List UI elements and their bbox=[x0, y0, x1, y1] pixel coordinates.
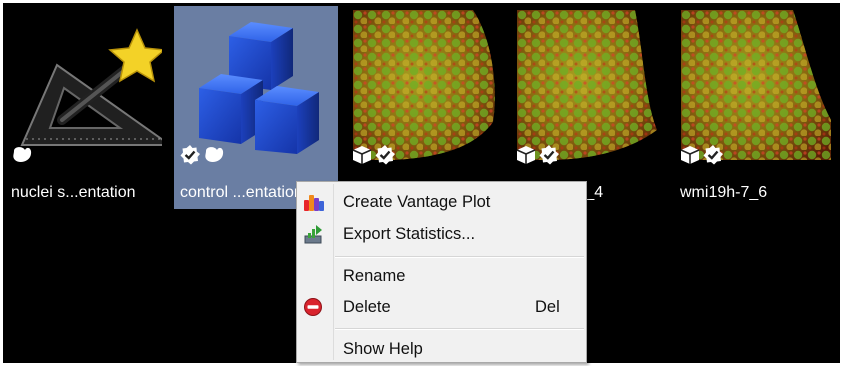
menu-item-create-vantage-plot[interactable]: Create Vantage Plot bbox=[297, 187, 586, 217]
delete-shortcut: Del bbox=[535, 298, 560, 316]
tile-caption: nuclei s...entation bbox=[11, 184, 136, 201]
check-seal-icon bbox=[539, 145, 559, 165]
triangle-wand-icon bbox=[12, 10, 162, 160]
delete-icon bbox=[303, 297, 323, 317]
bar-chart-icon bbox=[303, 192, 324, 212]
menu-item-label: Rename bbox=[343, 267, 406, 285]
kidney-bean-icon bbox=[203, 145, 224, 165]
tile-badges bbox=[180, 144, 224, 166]
stacked-cubes-icon bbox=[181, 10, 331, 160]
cube-icon bbox=[352, 145, 372, 165]
check-seal-icon bbox=[180, 145, 200, 165]
tile-badges bbox=[352, 144, 395, 166]
tile-caption: control ...entation bbox=[180, 184, 303, 201]
menu-separator bbox=[335, 328, 584, 330]
menu-item-label: Create Vantage Plot bbox=[343, 193, 491, 211]
tile-badges bbox=[680, 144, 723, 166]
tile-wmi19h-7-4[interactable]: wmi19h-7_4 bbox=[510, 6, 674, 209]
menu-item-rename[interactable]: Rename bbox=[297, 261, 586, 291]
export-statistics-icon bbox=[303, 224, 323, 244]
tile-wmi19h-7-6[interactable]: wmi19h-7_6 bbox=[674, 6, 838, 209]
fluorescent-tissue-image bbox=[353, 10, 503, 160]
menu-item-delete[interactable]: Delete Del bbox=[297, 292, 586, 322]
tile-nuclei-segmentation[interactable]: nuclei s...entation bbox=[5, 6, 169, 209]
fluorescent-tissue-image bbox=[681, 10, 831, 160]
tile-wmi19h-7-2[interactable]: wmi19h-7_2 bbox=[346, 6, 510, 209]
kidney-bean-icon bbox=[11, 145, 32, 165]
menu-item-label: Export Statistics... bbox=[343, 225, 476, 243]
menu-separator bbox=[335, 256, 584, 258]
tile-badges bbox=[516, 144, 559, 166]
cube-icon bbox=[680, 145, 700, 165]
menu-item-label: Show Help bbox=[343, 340, 423, 358]
fluorescent-tissue-image bbox=[517, 10, 667, 160]
cube-icon bbox=[516, 145, 536, 165]
menu-item-show-help[interactable]: Show Help bbox=[297, 334, 586, 364]
context-menu: Create Vantage Plot Export Statistics...… bbox=[296, 181, 587, 363]
menu-item-export-statistics[interactable]: Export Statistics... bbox=[297, 219, 586, 249]
tile-control-segmentation[interactable]: control ...entation bbox=[174, 6, 338, 209]
tile-badges bbox=[11, 144, 32, 166]
check-seal-icon bbox=[375, 145, 395, 165]
check-seal-icon bbox=[703, 145, 723, 165]
menu-item-label: Delete bbox=[343, 298, 391, 316]
tile-caption: wmi19h-7_6 bbox=[680, 184, 768, 201]
